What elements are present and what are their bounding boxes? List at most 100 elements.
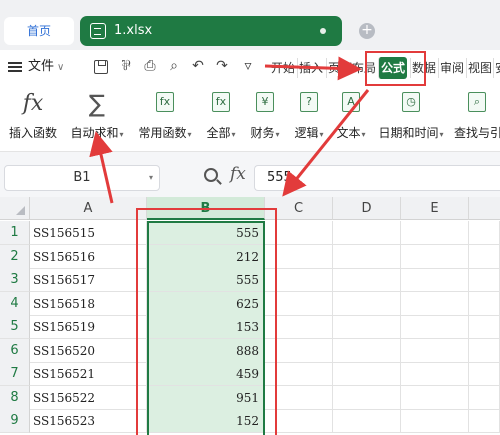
cell-c[interactable] bbox=[265, 221, 333, 245]
cell-f[interactable] bbox=[469, 221, 500, 245]
tab-review[interactable]: 审阅 bbox=[438, 58, 465, 78]
cell-f[interactable] bbox=[469, 409, 500, 433]
cell-e[interactable] bbox=[401, 221, 469, 245]
date-time-button[interactable]: ◷ 日期和时间▾ bbox=[374, 92, 448, 141]
tab-view[interactable]: 视图 bbox=[466, 58, 493, 78]
tab-data[interactable]: 数据 bbox=[410, 58, 437, 78]
cell-e[interactable] bbox=[401, 409, 469, 433]
cell-a[interactable]: SS156517 bbox=[30, 268, 147, 292]
column-header-f[interactable] bbox=[469, 197, 500, 220]
formula-input[interactable]: 555 bbox=[254, 165, 500, 191]
text-functions-button[interactable]: A 文本▾ bbox=[332, 92, 370, 141]
zoom-icon[interactable] bbox=[204, 168, 218, 182]
cell-b[interactable]: 152 bbox=[147, 409, 265, 433]
tab-security[interactable]: 安 bbox=[493, 58, 500, 78]
column-header-e[interactable]: E bbox=[401, 197, 469, 220]
cell-a[interactable]: SS156521 bbox=[30, 362, 147, 386]
cell-b[interactable]: 555 bbox=[147, 268, 265, 292]
tab-insert[interactable]: 插入 bbox=[297, 58, 324, 78]
cell-c[interactable] bbox=[265, 409, 333, 433]
lookup-button[interactable]: ⌕ 查找与引 bbox=[454, 92, 500, 141]
cell-d[interactable] bbox=[333, 244, 401, 269]
row-header[interactable]: 5 bbox=[0, 315, 30, 339]
cell-b[interactable]: 153 bbox=[147, 315, 265, 339]
fx-icon[interactable]: fx bbox=[230, 164, 246, 184]
cell-d[interactable] bbox=[333, 221, 401, 245]
cell-a[interactable]: SS156515 bbox=[30, 221, 147, 245]
undo-icon[interactable]: ↶ bbox=[190, 58, 206, 74]
all-functions-button[interactable]: fx 全部▾ bbox=[200, 92, 242, 141]
cell-c[interactable] bbox=[265, 244, 333, 269]
cell-c[interactable] bbox=[265, 291, 333, 316]
name-box[interactable]: B1 ▾ bbox=[4, 165, 160, 191]
row-header[interactable]: 7 bbox=[0, 362, 30, 386]
row-header[interactable]: 6 bbox=[0, 338, 30, 363]
cell-e[interactable] bbox=[401, 385, 469, 410]
save-icon[interactable] bbox=[94, 60, 108, 74]
column-header-a[interactable]: A bbox=[30, 197, 147, 220]
cell-c[interactable] bbox=[265, 338, 333, 363]
chevron-down-icon[interactable]: ▾ bbox=[149, 166, 153, 190]
select-all-corner[interactable] bbox=[0, 197, 30, 220]
cell-c[interactable] bbox=[265, 362, 333, 386]
tab-formulas[interactable]: 公式 bbox=[378, 57, 408, 79]
cell-f[interactable] bbox=[469, 244, 500, 269]
row-header[interactable]: 4 bbox=[0, 291, 30, 316]
more-icon[interactable]: ▿ bbox=[240, 58, 256, 74]
cell-f[interactable] bbox=[469, 268, 500, 292]
cell-c[interactable] bbox=[265, 385, 333, 410]
cell-b[interactable]: 888 bbox=[147, 338, 265, 363]
cell-d[interactable] bbox=[333, 385, 401, 410]
cell-b[interactable]: 459 bbox=[147, 362, 265, 386]
cell-c[interactable] bbox=[265, 268, 333, 292]
cell-a[interactable]: SS156518 bbox=[30, 291, 147, 316]
common-functions-button[interactable]: fx 常用函数▾ bbox=[134, 92, 196, 141]
cell-e[interactable] bbox=[401, 244, 469, 269]
print-preview-icon[interactable]: ⌕ bbox=[166, 58, 182, 74]
column-header-c[interactable]: C bbox=[265, 197, 333, 220]
print-icon[interactable]: ⎙ bbox=[142, 58, 158, 74]
cell-d[interactable] bbox=[333, 291, 401, 316]
tab-page-layout[interactable]: 页面布局 bbox=[326, 58, 377, 78]
cell-f[interactable] bbox=[469, 338, 500, 363]
row-header[interactable]: 9 bbox=[0, 409, 30, 433]
add-tab-icon[interactable]: + bbox=[359, 23, 375, 39]
cell-f[interactable] bbox=[469, 291, 500, 316]
cell-a[interactable]: SS156516 bbox=[30, 244, 147, 269]
column-header-b[interactable]: B bbox=[147, 197, 265, 220]
insert-function-button[interactable]: fx 插入函数 bbox=[6, 92, 60, 141]
cell-a[interactable]: SS156523 bbox=[30, 409, 147, 433]
redo-icon[interactable]: ↷ bbox=[214, 58, 230, 74]
cell-c[interactable] bbox=[265, 315, 333, 339]
cell-f[interactable] bbox=[469, 315, 500, 339]
cell-d[interactable] bbox=[333, 362, 401, 386]
row-header[interactable]: 8 bbox=[0, 385, 30, 410]
column-header-d[interactable]: D bbox=[333, 197, 401, 220]
row-header[interactable]: 2 bbox=[0, 244, 30, 269]
cell-e[interactable] bbox=[401, 291, 469, 316]
unsaved-dot-icon[interactable] bbox=[320, 28, 326, 34]
format-painter-icon[interactable]: ⅌ bbox=[118, 58, 134, 74]
cell-b[interactable]: 555 bbox=[147, 221, 265, 245]
cell-f[interactable] bbox=[469, 385, 500, 410]
cell-a[interactable]: SS156520 bbox=[30, 338, 147, 363]
cell-e[interactable] bbox=[401, 268, 469, 292]
cell-d[interactable] bbox=[333, 338, 401, 363]
row-header[interactable]: 3 bbox=[0, 268, 30, 292]
cell-b[interactable]: 625 bbox=[147, 291, 265, 316]
cell-b[interactable]: 212 bbox=[147, 244, 265, 269]
workbook-tab[interactable]: 1.xlsx bbox=[80, 16, 342, 46]
cell-a[interactable]: SS156522 bbox=[30, 385, 147, 410]
cell-a[interactable]: SS156519 bbox=[30, 315, 147, 339]
home-tab[interactable]: 首页 bbox=[4, 17, 74, 45]
cell-d[interactable] bbox=[333, 268, 401, 292]
tab-start[interactable]: 开始 bbox=[270, 58, 296, 78]
cell-e[interactable] bbox=[401, 338, 469, 363]
row-header[interactable]: 1 bbox=[0, 221, 30, 245]
cell-d[interactable] bbox=[333, 409, 401, 433]
file-menu[interactable]: 文件 ∨ bbox=[8, 57, 64, 77]
cell-b[interactable]: 951 bbox=[147, 385, 265, 410]
finance-button[interactable]: ¥ 财务▾ bbox=[244, 92, 286, 141]
autosum-button[interactable]: ∑ 自动求和▾ bbox=[66, 92, 128, 141]
cell-e[interactable] bbox=[401, 315, 469, 339]
